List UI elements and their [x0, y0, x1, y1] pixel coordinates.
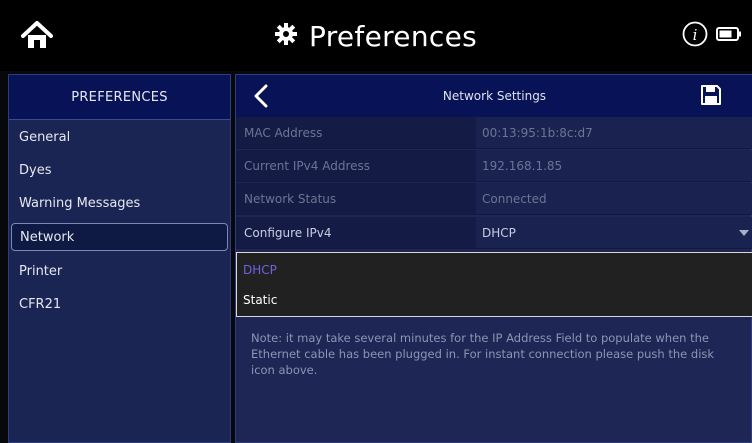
sidebar-title: PREFERENCES	[9, 75, 230, 120]
ipv4-address-label: Current IPv4 Address	[236, 150, 476, 181]
sidebar-item-network[interactable]: Network	[11, 223, 228, 251]
gear-icon	[275, 23, 297, 49]
mac-address-label: MAC Address	[236, 117, 476, 148]
sidebar-item-general[interactable]: General	[11, 123, 228, 151]
network-status-row: Network Status Connected	[236, 183, 752, 215]
battery-icon	[716, 26, 742, 42]
caret-down-icon[interactable]	[739, 230, 749, 236]
mac-address-value: 00:13:95:1b:8c:d7	[476, 117, 752, 148]
ipv4-address-value: 192.168.1.85	[476, 150, 752, 181]
sidebar-item-cfr21[interactable]: CFR21	[11, 290, 228, 318]
dropdown-option-dhcp[interactable]: DHCP	[243, 256, 277, 284]
panel-header: Network Settings	[236, 75, 752, 117]
info-icon[interactable]: i	[682, 21, 708, 47]
connection-note: Note: it may take several minutes for th…	[251, 331, 715, 377]
ipv4-dropdown-menu: DHCP Static	[236, 252, 752, 317]
save-disk-icon[interactable]	[700, 84, 722, 106]
network-status-label: Network Status	[236, 183, 476, 214]
configure-ipv4-select[interactable]: DHCP	[476, 217, 752, 248]
configure-ipv4-value: DHCP	[482, 225, 516, 240]
page-title-text: Preferences	[309, 19, 477, 53]
sidebar-item-warning-messages[interactable]: Warning Messages	[11, 189, 228, 217]
top-bar: Preferences i	[0, 0, 752, 71]
network-settings-panel: Network Settings MAC Address 00:13:95:1b…	[235, 74, 752, 443]
ipv4-address-row: Current IPv4 Address 192.168.1.85	[236, 150, 752, 182]
sidebar-item-dyes[interactable]: Dyes	[11, 156, 228, 184]
page-title: Preferences	[0, 14, 752, 58]
panel-title: Network Settings	[442, 89, 547, 103]
sidebar-item-printer[interactable]: Printer	[11, 257, 228, 285]
configure-ipv4-row[interactable]: Configure IPv4 DHCP	[236, 217, 752, 249]
dropdown-option-static[interactable]: Static	[243, 286, 277, 314]
network-status-value: Connected	[476, 183, 752, 214]
configure-ipv4-label: Configure IPv4	[236, 217, 476, 248]
svg-text:i: i	[693, 26, 698, 44]
mac-address-row: MAC Address 00:13:95:1b:8c:d7	[236, 117, 752, 149]
sidebar: PREFERENCES General Dyes Warning Message…	[8, 74, 231, 443]
